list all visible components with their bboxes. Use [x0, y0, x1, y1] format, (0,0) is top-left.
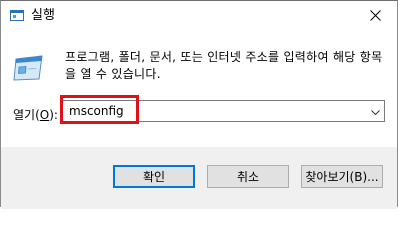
open-label-prefix: 열기( — [13, 108, 40, 122]
window-title: 실행 — [31, 8, 55, 23]
run-app-icon — [10, 10, 24, 21]
dialog-content: 프로그램, 폴더, 문서, 또는 인터넷 주소를 입력하여 해당 항목을 열 수… — [1, 32, 397, 147]
ok-button[interactable]: 확인 — [113, 165, 195, 188]
button-bar: 확인 취소 찾아보기(B)... — [1, 147, 397, 209]
cancel-button[interactable]: 취소 — [207, 165, 289, 188]
close-icon — [369, 9, 381, 24]
dialog-description: 프로그램, 폴더, 문서, 또는 인터넷 주소를 입력하여 해당 항목을 열 수… — [65, 50, 383, 81]
run-dialog: 실행 프로그램, 폴더, 문서, 또는 인터넷 주소를 입력하여 해당 항목을 … — [0, 0, 398, 209]
open-label-accesskey: O — [39, 108, 50, 122]
open-combobox[interactable] — [62, 100, 385, 122]
close-button[interactable] — [353, 1, 397, 32]
open-label-suffix: ): — [49, 108, 58, 122]
open-label: 열기(O): — [13, 107, 58, 123]
dropdown-button[interactable] — [366, 101, 384, 121]
open-input[interactable] — [65, 101, 363, 121]
title-bar[interactable]: 실행 — [1, 1, 397, 32]
browse-button[interactable]: 찾아보기(B)... — [301, 165, 383, 188]
run-dialog-icon — [13, 52, 45, 84]
chevron-down-icon — [370, 104, 380, 118]
